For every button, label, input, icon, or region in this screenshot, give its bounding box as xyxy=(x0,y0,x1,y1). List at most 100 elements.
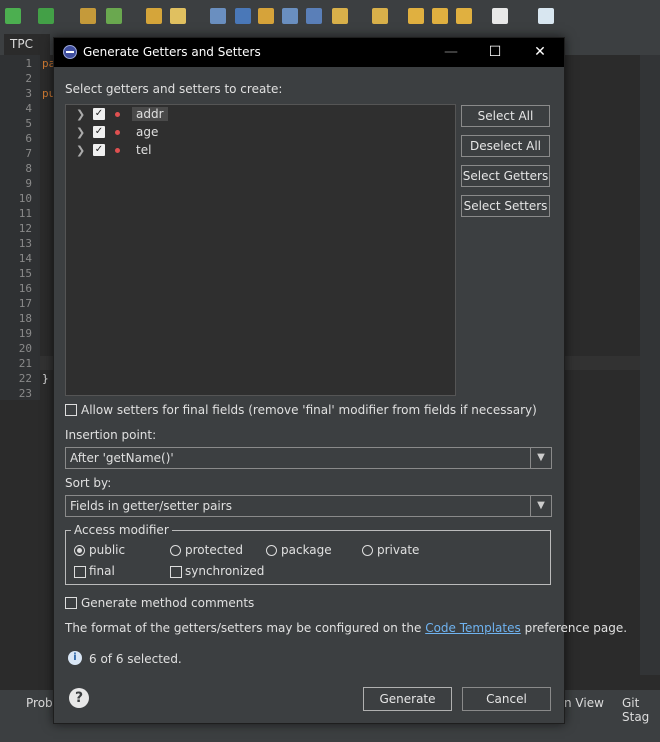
highlight-icon[interactable] xyxy=(235,8,251,24)
chevron-down-icon[interactable]: ▼ xyxy=(530,496,551,516)
line-number: 23 xyxy=(18,387,32,400)
tree-item-addr[interactable]: ❯ ✓ addr xyxy=(66,106,455,124)
arrow-left-icon[interactable] xyxy=(456,8,472,24)
access-modifier-group xyxy=(65,530,551,585)
arrow-right-icon[interactable] xyxy=(492,8,508,24)
generate-comments-label: Generate method comments xyxy=(81,596,255,610)
block-select-icon[interactable] xyxy=(258,8,274,24)
expand-chevron-icon[interactable]: ❯ xyxy=(76,108,85,121)
eclipse-icon xyxy=(63,45,77,59)
line-number: 22 xyxy=(18,372,32,385)
new-class-icon[interactable] xyxy=(106,8,122,24)
info-icon: i xyxy=(68,651,82,665)
back-icon[interactable] xyxy=(408,8,424,24)
select-getters-button[interactable]: Select Getters xyxy=(461,165,550,187)
synchronized-label: synchronized xyxy=(185,564,265,578)
line-number: 11 xyxy=(18,207,32,220)
synchronized-checkbox[interactable] xyxy=(170,566,182,578)
line-number: 10 xyxy=(18,192,32,205)
generate-comments-checkbox[interactable] xyxy=(65,597,77,609)
sort-by-combo[interactable]: Fields in getter/setter pairs ▼ xyxy=(65,495,552,517)
deselect-all-button[interactable]: Deselect All xyxy=(461,135,550,157)
dialog-title: Generate Getters and Setters xyxy=(83,45,261,59)
chevron-down-icon[interactable]: ▼ xyxy=(530,448,551,468)
select-setters-button[interactable]: Select Setters xyxy=(461,195,550,217)
problems-tab[interactable]: Prob xyxy=(26,696,53,710)
prev-annotation-icon[interactable] xyxy=(372,8,388,24)
edit-icon[interactable] xyxy=(170,8,186,24)
perspective-icon[interactable] xyxy=(538,8,554,24)
line-number: 8 xyxy=(25,162,32,175)
radio-protected[interactable] xyxy=(170,545,181,556)
line-number: 16 xyxy=(18,282,32,295)
selection-status: 6 of 6 selected. xyxy=(89,652,182,666)
toggle-icon[interactable] xyxy=(210,8,226,24)
minimize-button[interactable]: — xyxy=(428,38,474,67)
generate-button[interactable]: Generate xyxy=(363,687,452,711)
line-number: 21 xyxy=(18,357,32,370)
insertion-point-label: Insertion point: xyxy=(65,428,157,442)
expand-chevron-icon[interactable]: ❯ xyxy=(76,144,85,157)
private-field-icon xyxy=(115,112,120,117)
line-number: 15 xyxy=(18,267,32,280)
radio-public-label: public xyxy=(89,543,126,557)
radio-public[interactable] xyxy=(74,545,85,556)
allow-setters-checkbox[interactable] xyxy=(65,404,77,416)
line-number: 9 xyxy=(25,177,32,190)
line-number: 14 xyxy=(18,252,32,265)
tree-item-tel[interactable]: ❯ ✓ tel xyxy=(66,142,455,160)
insertion-point-combo[interactable]: After 'getName()' ▼ xyxy=(65,447,552,469)
radio-package-label: package xyxy=(281,543,332,557)
forward-icon[interactable] xyxy=(432,8,448,24)
close-button[interactable]: ✕ xyxy=(517,38,563,67)
line-number: 7 xyxy=(25,147,32,160)
format-text-after: preference page. xyxy=(524,621,628,635)
whitespace-icon[interactable] xyxy=(282,8,298,24)
radio-package[interactable] xyxy=(266,545,277,556)
editor-vertical-scrollbar[interactable] xyxy=(640,55,660,675)
view-tab[interactable]: n View xyxy=(564,696,604,710)
line-number: 2 xyxy=(25,72,32,85)
sort-by-label: Sort by: xyxy=(65,476,112,490)
help-icon[interactable]: ? xyxy=(69,688,89,708)
tree-checkbox[interactable]: ✓ xyxy=(93,126,105,138)
radio-private-label: private xyxy=(377,543,420,557)
final-checkbox[interactable] xyxy=(74,566,86,578)
cancel-button[interactable]: Cancel xyxy=(462,687,551,711)
tree-checkbox[interactable]: ✓ xyxy=(93,144,105,156)
radio-private[interactable] xyxy=(362,545,373,556)
tree-item-age[interactable]: ❯ ✓ age xyxy=(66,124,455,142)
allow-setters-label: Allow setters for final fields (remove '… xyxy=(81,403,537,417)
line-number: 12 xyxy=(18,222,32,235)
expand-chevron-icon[interactable]: ❯ xyxy=(76,126,85,139)
new-package-icon[interactable] xyxy=(80,8,96,24)
private-field-icon xyxy=(115,130,120,135)
dialog-titlebar[interactable]: Generate Getters and Setters — ☐ ✕ xyxy=(54,38,564,67)
format-note: The format of the getters/setters may be… xyxy=(65,621,627,635)
tree-checkbox[interactable]: ✓ xyxy=(93,108,105,120)
next-annotation-icon[interactable] xyxy=(332,8,348,24)
line-number: 13 xyxy=(18,237,32,250)
editor-tab[interactable]: TPC xyxy=(4,34,50,55)
open-folder-icon[interactable] xyxy=(146,8,162,24)
line-number: 6 xyxy=(25,132,32,145)
debug-icon[interactable] xyxy=(5,8,21,24)
format-text-before: The format of the getters/setters may be… xyxy=(65,621,422,635)
line-number: 19 xyxy=(18,327,32,340)
tree-item-label: addr xyxy=(132,107,168,121)
run-icon[interactable] xyxy=(38,8,54,24)
fields-tree[interactable]: ❯ ✓ addr ❯ ✓ age ❯ ✓ tel xyxy=(65,104,456,396)
code-templates-link[interactable]: Code Templates xyxy=(425,621,521,635)
pilcrow-icon[interactable] xyxy=(306,8,322,24)
select-all-button[interactable]: Select All xyxy=(461,105,550,127)
private-field-icon xyxy=(115,148,120,153)
line-number: 20 xyxy=(18,342,32,355)
line-number: 3 xyxy=(25,87,32,100)
sort-by-value: Fields in getter/setter pairs xyxy=(70,499,232,513)
git-staging-tab[interactable]: Git Stag xyxy=(622,696,660,724)
line-number: 18 xyxy=(18,312,32,325)
maximize-button[interactable]: ☐ xyxy=(472,38,518,67)
code-line-22: } xyxy=(42,372,49,385)
line-number: 5 xyxy=(25,117,32,130)
insertion-point-value: After 'getName()' xyxy=(70,451,174,465)
